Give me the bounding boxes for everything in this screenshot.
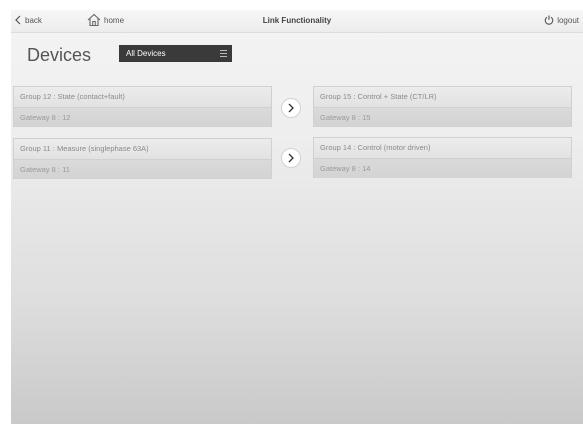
- target-device-card[interactable]: Group 14 : Control (motor driven) Gatewa…: [313, 137, 572, 178]
- link-arrow-button[interactable]: [281, 98, 301, 118]
- power-icon: [544, 15, 554, 25]
- logout-label: logout: [557, 15, 579, 25]
- link-arrow-button[interactable]: [281, 148, 301, 168]
- chevron-right-icon: [288, 103, 294, 113]
- chevron-right-icon: [288, 153, 294, 163]
- source-group-label: Group 11 : Measure (singlephase 63A): [14, 139, 271, 160]
- target-group-label: Group 15 : Control + State (CT/LR): [314, 87, 571, 108]
- devices-heading: Devices: [27, 45, 92, 65]
- menu-icon: [220, 50, 227, 57]
- source-device-card[interactable]: Group 12 : State (contact+fault) Gateway…: [13, 86, 272, 127]
- logout-button[interactable]: logout: [544, 15, 579, 25]
- target-device-card[interactable]: Group 15 : Control + State (CT/LR) Gatew…: [313, 86, 572, 127]
- source-device-card[interactable]: Group 11 : Measure (singlephase 63A) Gat…: [13, 138, 272, 179]
- source-group-label: Group 12 : State (contact+fault): [14, 87, 271, 108]
- filter-value: All Devices: [126, 49, 166, 58]
- device-filter-dropdown[interactable]: All Devices: [119, 45, 232, 62]
- top-bar: back home Link Functionality logout: [11, 10, 583, 33]
- page-title: Link Functionality: [262, 16, 332, 25]
- target-gateway-label: Gateway 8 : 14: [314, 159, 571, 178]
- app-window: back home Link Functionality logout Devi…: [11, 10, 583, 424]
- target-group-label: Group 14 : Control (motor driven): [314, 138, 571, 159]
- target-gateway-label: Gateway 8 : 15: [314, 108, 571, 127]
- source-gateway-label: Gateway 8 : 11: [14, 160, 271, 179]
- source-gateway-label: Gateway 8 : 12: [14, 108, 271, 127]
